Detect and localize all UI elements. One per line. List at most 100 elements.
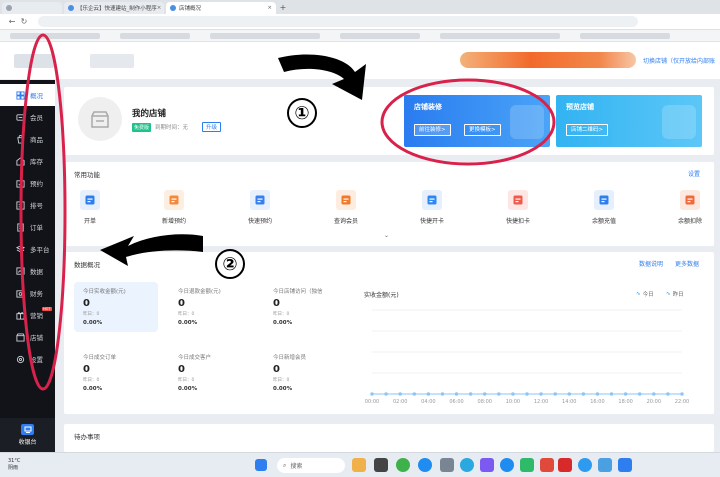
stat-value: 0 xyxy=(83,298,90,309)
marketing-icon xyxy=(16,311,25,320)
sidebar-item-settings[interactable]: 设置 xyxy=(0,348,55,370)
app-icon[interactable] xyxy=(374,458,388,472)
function-tile[interactable]: 快捷扣卡 xyxy=(490,190,546,225)
function-tile[interactable]: 快捷开卡 xyxy=(404,190,460,225)
sidebar-item-booking[interactable]: 预约 xyxy=(0,172,55,194)
app-icon[interactable] xyxy=(500,458,514,472)
order-icon xyxy=(16,222,25,232)
sidebar-item-queue[interactable]: 排号 xyxy=(0,194,55,216)
stat-label: 今日退款金额(元) xyxy=(178,289,221,295)
stat-value: 0 xyxy=(83,364,90,375)
globe-icon xyxy=(6,5,12,11)
sidebar-item-marketing[interactable]: 营销 HOT xyxy=(0,304,55,326)
stat-box[interactable]: 今日实收金额(元) 0 昨日：0 0.00% xyxy=(74,282,158,332)
notice-banner[interactable] xyxy=(460,52,636,68)
windows-start-icon[interactable] xyxy=(255,459,267,471)
stat-yesterday: 昨日：0 xyxy=(273,312,290,317)
go-decorate-button[interactable]: 前往装修> xyxy=(414,124,451,136)
stat-pct: 0.00% xyxy=(178,320,198,326)
data-point xyxy=(412,392,416,396)
sidebar-item-overview[interactable]: 概况 xyxy=(0,84,55,106)
app-icon[interactable] xyxy=(598,458,612,472)
chevron-down-icon[interactable]: ⌄ xyxy=(384,232,389,239)
sidebar-item-finance[interactable]: 财务 xyxy=(0,282,55,304)
function-tile[interactable]: 余额扣除 xyxy=(662,190,718,225)
data-description-link[interactable]: 数据说明 xyxy=(639,259,663,268)
function-tile[interactable]: 余额充值 xyxy=(576,190,632,225)
function-tile[interactable]: 开单 xyxy=(62,190,118,225)
cashier-button[interactable]: 收银台 xyxy=(0,418,55,452)
app-icon[interactable] xyxy=(558,458,572,472)
todo-card: 待办事项 xyxy=(64,424,714,452)
browser-tab-site[interactable]: 【乐企云】快速建站_制作小程序 × xyxy=(64,2,164,14)
stat-pct: 0.00% xyxy=(273,386,293,392)
stat-box[interactable]: 今日成交客户 0 昨日：0 0.00% xyxy=(169,348,253,398)
sidebar-item-data[interactable]: 数据 xyxy=(0,260,55,282)
function-label: 快捷开卡 xyxy=(419,218,444,225)
stat-yesterday: 昨日：0 xyxy=(83,312,100,317)
stat-label: 今日成交客户 xyxy=(178,355,212,361)
stat-box[interactable]: 今日店铺访问（独信 0 昨日：0 0.00% xyxy=(264,282,348,332)
function-icon xyxy=(680,190,700,210)
close-icon[interactable]: × xyxy=(157,5,162,11)
back-arrow-icon[interactable]: ← xyxy=(6,17,18,26)
function-icon xyxy=(80,190,100,210)
app-header: 切换店铺（仅开放给内部账 xyxy=(0,42,720,80)
browser-tab-store-overview[interactable]: 店铺概况 × xyxy=(166,2,276,14)
close-icon[interactable]: × xyxy=(267,5,272,11)
app-icon[interactable] xyxy=(618,458,632,472)
stat-pct: 0.00% xyxy=(178,386,198,392)
app-icon[interactable] xyxy=(352,458,366,472)
function-tile[interactable]: 新增预约 xyxy=(146,190,202,225)
legend-today[interactable]: ∿ 今日 xyxy=(636,290,654,298)
new-tab-button[interactable]: + xyxy=(278,2,288,14)
x-tick-label: 16:00 xyxy=(590,399,604,405)
qrcode-illustration-icon xyxy=(662,105,696,139)
function-label: 余额扣除 xyxy=(677,218,702,225)
function-tile[interactable]: 快速预约 xyxy=(232,190,288,225)
app-icon[interactable] xyxy=(460,458,474,472)
sidebar-item-member[interactable]: 会员 xyxy=(0,106,55,128)
function-label: 快速预约 xyxy=(247,218,272,225)
stat-label: 今日成交订单 xyxy=(83,355,117,361)
common-settings-link[interactable]: 设置 xyxy=(688,169,700,178)
sidebar-item-multiplatform[interactable]: 多平台 xyxy=(0,238,55,260)
taskbar-search[interactable]: ⌕ 搜索 xyxy=(277,458,345,473)
sidebar-item-stock[interactable]: 库存 xyxy=(0,150,55,172)
app-icon[interactable] xyxy=(480,458,494,472)
overview-icon xyxy=(16,90,25,100)
function-tile[interactable]: 查询会员 xyxy=(318,190,374,225)
reload-icon[interactable]: ↻ xyxy=(18,17,30,26)
upgrade-button[interactable]: 升级 xyxy=(202,122,222,132)
store-qrcode-button[interactable]: 店铺二维码> xyxy=(566,124,609,136)
browser-tab-blank[interactable] xyxy=(2,2,62,14)
weather-widget[interactable]: 31°C 阴雨 xyxy=(8,458,20,472)
app-icon[interactable] xyxy=(440,458,454,472)
switch-store-link[interactable]: 切换店铺（仅开放给内部账 xyxy=(643,56,715,65)
common-functions-card: 常用功能 设置 开单 新增预约 快速预约 查询会员 快捷开卡 快捷扣卡 余额充值 余额扣除 ⌄ xyxy=(64,162,714,246)
more-data-link[interactable]: 更多数据 xyxy=(675,259,699,268)
stat-yesterday: 昨日：0 xyxy=(83,378,100,383)
finance-icon xyxy=(16,289,25,298)
stat-box[interactable]: 今日新增会员 0 昨日：0 0.00% xyxy=(264,348,348,398)
revenue-line-chart: 00:00 02:00 04:00 06:00 08:00 10:00 12:00 14:00… xyxy=(365,309,689,405)
x-tick-label: 10:00 xyxy=(506,399,520,405)
app-icon[interactable] xyxy=(540,458,554,472)
multiplatform-icon xyxy=(16,244,25,254)
app-icon[interactable] xyxy=(578,458,592,472)
sidebar-item-order[interactable]: 订单 xyxy=(0,216,55,238)
sidebar-item-goods[interactable]: 商品 xyxy=(0,128,55,150)
url-input[interactable] xyxy=(38,16,638,27)
sidebar-item-store[interactable]: 店铺 xyxy=(0,326,55,348)
browser-icon[interactable] xyxy=(418,458,432,472)
legend-yesterday[interactable]: ∿ 昨日 xyxy=(666,290,684,298)
data-point xyxy=(384,392,388,396)
app-icon[interactable] xyxy=(396,458,410,472)
change-template-button[interactable]: 更换模板> xyxy=(464,124,501,136)
data-point xyxy=(483,392,487,396)
stat-box[interactable]: 今日退款金额(元) 0 昨日：0 0.00% xyxy=(169,282,253,332)
stat-box[interactable]: 今日成交订单 0 昨日：0 0.00% xyxy=(74,348,158,398)
stat-value: 0 xyxy=(178,364,185,375)
app-icon[interactable] xyxy=(520,458,534,472)
bookmarks-bar xyxy=(0,30,720,42)
